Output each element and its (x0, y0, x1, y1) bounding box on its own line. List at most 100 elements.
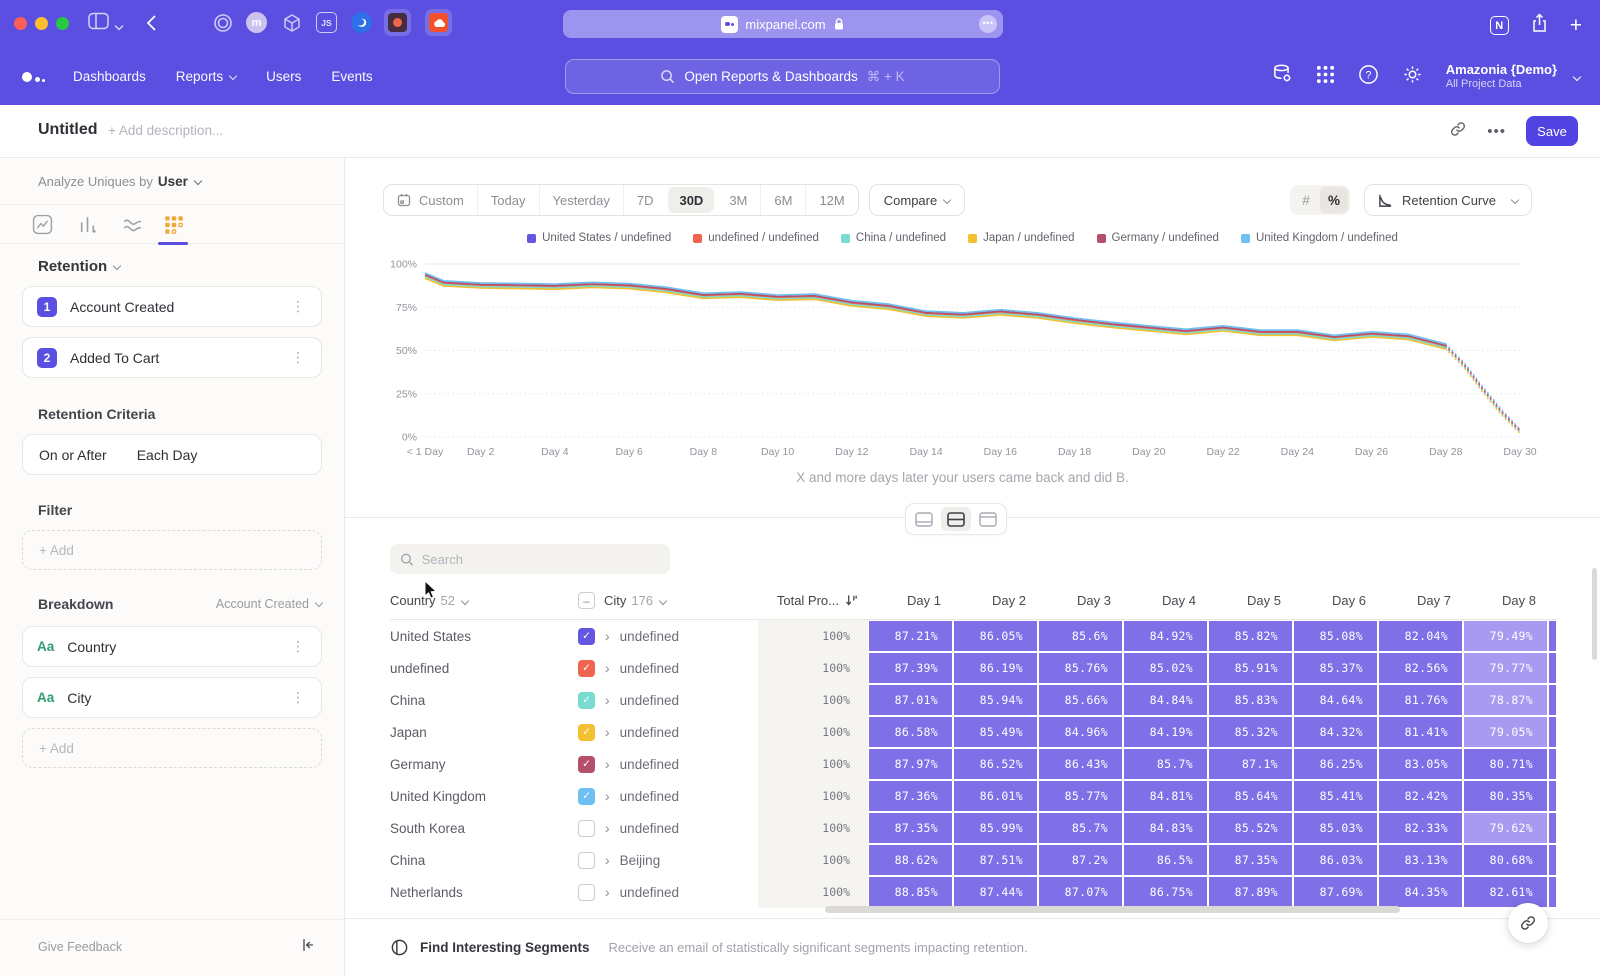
country-cell[interactable]: United States (390, 629, 578, 644)
row-checkbox[interactable]: ✓ (578, 628, 595, 645)
retention-cell[interactable]: 87.35% (868, 812, 953, 844)
row-checkbox[interactable]: ✓ (578, 660, 595, 677)
range-3m[interactable]: 3M (716, 185, 760, 215)
expand-chevron-icon[interactable]: › (605, 885, 610, 899)
analyze-uniques-by[interactable]: Analyze Uniques byUser (38, 174, 201, 189)
retention-cell[interactable]: 86.01% (953, 780, 1038, 812)
country-cell[interactable]: South Korea (390, 821, 578, 836)
retention-cell[interactable]: 87.39% (868, 652, 953, 684)
notion-clipper-icon[interactable]: N (1490, 16, 1509, 35)
more-actions-icon[interactable]: ••• (1487, 123, 1506, 140)
city-label[interactable]: undefined (620, 693, 679, 708)
retention-cell[interactable]: 85.7% (1123, 748, 1208, 780)
row-checkbox[interactable] (578, 852, 595, 869)
sidebar-toggle-icon[interactable] (88, 12, 109, 35)
column-header-day[interactable]: Day 2 (953, 593, 1038, 608)
row-checkbox[interactable]: ✓ (578, 756, 595, 773)
kebab-menu-icon[interactable]: ⋮ (289, 639, 307, 655)
table-search-input[interactable] (422, 552, 660, 567)
retention-cell[interactable]: 84.92% (1123, 620, 1208, 652)
extension-cloud-icon[interactable] (425, 9, 452, 36)
settings-gear-icon[interactable] (1402, 64, 1423, 90)
nav-item-users[interactable]: Users (266, 69, 301, 84)
expand-chevron-icon[interactable]: › (605, 789, 610, 803)
retention-cell[interactable]: 85.76% (1038, 652, 1123, 684)
legend-item[interactable]: Germany / undefined (1097, 232, 1219, 244)
address-bar[interactable]: mixpanel.com ••• (563, 10, 1003, 38)
expand-chevron-icon[interactable]: › (605, 853, 610, 867)
retention-cell[interactable]: 84.32% (1293, 716, 1378, 748)
retention-cell[interactable]: 85.03% (1293, 812, 1378, 844)
column-header-day[interactable]: Day 8 (1463, 593, 1548, 608)
country-cell[interactable]: Japan (390, 725, 578, 740)
column-header-day[interactable]: Day 1 (868, 593, 953, 608)
extension-js-icon[interactable]: JS (316, 12, 337, 33)
range-yesterday[interactable]: Yesterday (539, 185, 623, 215)
criteria-condition[interactable]: On or After (39, 447, 107, 463)
segments-title[interactable]: Find Interesting Segments (420, 940, 590, 955)
retention-cell[interactable]: 85.08% (1293, 620, 1378, 652)
range-custom[interactable]: Custom (384, 185, 477, 215)
column-header-day[interactable]: Day 5 (1208, 593, 1293, 608)
retention-cell[interactable]: 85.7% (1038, 812, 1123, 844)
close-window-icon[interactable] (14, 17, 27, 30)
country-cell[interactable]: Germany (390, 757, 578, 772)
chevron-down-icon[interactable] (114, 18, 124, 36)
expand-chevron-icon[interactable]: › (605, 757, 610, 771)
global-search[interactable]: Open Reports & Dashboards ⌘ + K (565, 59, 1000, 94)
retention-cell[interactable]: 85.6% (1038, 620, 1123, 652)
retention-cell[interactable]: 86.19% (953, 652, 1038, 684)
expand-chevron-icon[interactable]: › (605, 629, 610, 643)
horizontal-scrollbar[interactable] (825, 906, 1400, 913)
tab-funnels[interactable] (77, 214, 99, 236)
retention-cell[interactable]: 79.62% (1463, 812, 1548, 844)
column-header-day[interactable]: Day 7 (1378, 593, 1463, 608)
percent-toggle[interactable]: % (1320, 187, 1348, 213)
retention-cell[interactable]: 84.84% (1123, 684, 1208, 716)
retention-cell[interactable]: 86.25% (1293, 748, 1378, 780)
retention-cell[interactable]: 82.04% (1378, 620, 1463, 652)
tab-insights[interactable] (32, 214, 54, 236)
retention-cell[interactable]: 84.96% (1038, 716, 1123, 748)
retention-cell[interactable]: 81.41% (1378, 716, 1463, 748)
retention-cell[interactable]: 80.68% (1463, 844, 1548, 876)
save-button[interactable]: Save (1526, 116, 1578, 146)
retention-cell[interactable]: 85.32% (1208, 716, 1293, 748)
mixpanel-logo-icon[interactable] (22, 72, 45, 82)
report-title[interactable]: Untitled (38, 121, 98, 139)
range-30d[interactable]: 30D (668, 187, 714, 213)
range-7d[interactable]: 7D (623, 185, 667, 215)
retention-cell[interactable]: 83.13% (1378, 844, 1463, 876)
extension-ring-icon[interactable] (212, 12, 233, 33)
country-cell[interactable]: Netherlands (390, 885, 578, 900)
country-cell[interactable]: undefined (390, 661, 578, 676)
retention-cell[interactable]: 82.33% (1378, 812, 1463, 844)
city-label[interactable]: undefined (620, 885, 679, 900)
retention-cell[interactable]: 83.05% (1378, 748, 1463, 780)
project-selector[interactable]: Amazonia {Demo} All Project Data (1446, 62, 1557, 92)
retention-cell[interactable]: 85.83% (1208, 684, 1293, 716)
add-breakdown-button[interactable]: + Add (22, 728, 322, 768)
retention-cell[interactable]: 86.52% (953, 748, 1038, 780)
select-all-checkbox[interactable]: – (578, 592, 595, 609)
retention-cell[interactable]: 85.49% (953, 716, 1038, 748)
legend-item[interactable]: undefined / undefined (693, 232, 819, 244)
kebab-menu-icon[interactable]: ⋮ (289, 299, 307, 315)
retention-step[interactable]: 1Account Created⋮ (22, 286, 322, 327)
retention-cell[interactable]: 87.07% (1038, 876, 1123, 908)
expand-chevron-icon[interactable]: › (605, 725, 610, 739)
view-split[interactable] (941, 507, 971, 531)
extension-logo-icon[interactable] (384, 9, 411, 36)
retention-cell[interactable]: 87.2% (1038, 844, 1123, 876)
retention-cell[interactable]: 85.52% (1208, 812, 1293, 844)
retention-cell[interactable]: 85.99% (953, 812, 1038, 844)
breakdown-item[interactable]: AaCity⋮ (22, 677, 322, 718)
expand-chevron-icon[interactable]: › (605, 661, 610, 675)
range-today[interactable]: Today (477, 185, 539, 215)
row-checkbox[interactable]: ✓ (578, 724, 595, 741)
retention-cell[interactable]: 86.5% (1123, 844, 1208, 876)
nav-item-events[interactable]: Events (331, 69, 372, 84)
retention-cell[interactable]: 88.85% (868, 876, 953, 908)
breakdown-scope-selector[interactable]: Account Created (216, 597, 322, 611)
share-icon[interactable] (1531, 13, 1548, 38)
